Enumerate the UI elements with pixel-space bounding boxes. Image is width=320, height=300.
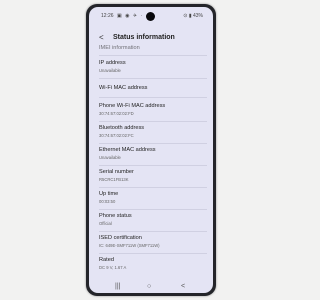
- page-title: Status information: [113, 34, 175, 41]
- list-item-phone-wifi-mac[interactable]: Phone Wi-Fi MAC address 30:74:67:02:02:F…: [99, 103, 209, 117]
- nav-back-icon[interactable]: <: [181, 283, 185, 290]
- divider: [99, 253, 207, 254]
- item-label: Ethernet MAC address: [99, 147, 156, 153]
- item-value: R5CRC1FB13K: [99, 177, 129, 182]
- item-value: Unavailable: [99, 68, 121, 73]
- phone-device: 12:26 ▣ ◉ ✈ · ⊙ ▮ 43% < Status informati…: [86, 4, 216, 296]
- notification-icons: ▣ ◉ ✈ ·: [117, 13, 144, 19]
- item-label: Up time: [99, 191, 119, 197]
- front-camera: [146, 12, 155, 21]
- divider: [99, 121, 207, 122]
- divider: [99, 97, 207, 98]
- back-arrow-icon[interactable]: <: [99, 33, 104, 43]
- battery-indicator: ⊙ ▮ 43%: [183, 13, 203, 19]
- divider: [99, 143, 207, 144]
- list-item-ip-address[interactable]: IP address Unavailable: [99, 60, 209, 74]
- item-value: DC 9 V, 1.67 A: [99, 265, 127, 270]
- recents-icon[interactable]: |||: [115, 283, 120, 290]
- list-item-imei[interactable]: IMEI information: [99, 45, 209, 52]
- list-item-up-time[interactable]: Up time 00:03:50: [99, 191, 209, 205]
- clock: 12:26: [101, 13, 114, 19]
- item-label: Phone Wi-Fi MAC address: [99, 103, 166, 109]
- list-item-serial-number[interactable]: Serial number R5CRC1FB13K: [99, 169, 209, 183]
- item-value: 30:74:67:02:02:FD: [99, 111, 134, 116]
- list-item-phone-status[interactable]: Phone status Official: [99, 213, 209, 227]
- list-item-ised-certification[interactable]: ISED certification IC: 649E-SMF711W (SMF…: [99, 235, 209, 249]
- item-label: ISED certification: [99, 235, 142, 241]
- divider: [99, 55, 207, 56]
- item-label: Phone status: [99, 213, 132, 219]
- item-label: IP address: [99, 60, 126, 66]
- item-label: IMEI information: [99, 45, 140, 51]
- list-item-rated[interactable]: Rated DC 9 V, 1.67 A: [99, 257, 209, 271]
- item-label: Wi-Fi MAC address: [99, 85, 148, 91]
- item-label: Rated: [99, 257, 114, 263]
- item-value: Unavailable: [99, 155, 121, 160]
- item-value: 30:74:67:02:02:FC: [99, 133, 134, 138]
- phone-screen: 12:26 ▣ ◉ ✈ · ⊙ ▮ 43% < Status informati…: [89, 7, 213, 293]
- list-item-bluetooth-address[interactable]: Bluetooth address 30:74:67:02:02:FC: [99, 125, 209, 139]
- navigation-bar: ||| ○ <: [89, 281, 213, 293]
- list-item-wifi-mac[interactable]: Wi-Fi MAC address: [99, 85, 209, 92]
- home-icon[interactable]: ○: [147, 283, 151, 290]
- item-value: Official: [99, 221, 112, 226]
- list-item-ethernet-mac[interactable]: Ethernet MAC address Unavailable: [99, 147, 209, 161]
- divider: [99, 187, 207, 188]
- item-label: Bluetooth address: [99, 125, 145, 131]
- item-value: IC: 649E-SMF711W (SMF711W): [99, 243, 160, 248]
- divider: [99, 165, 207, 166]
- item-label: Serial number: [99, 169, 134, 175]
- divider: [99, 209, 207, 210]
- divider: [99, 78, 207, 79]
- divider: [99, 231, 207, 232]
- item-value: 00:03:50: [99, 199, 116, 204]
